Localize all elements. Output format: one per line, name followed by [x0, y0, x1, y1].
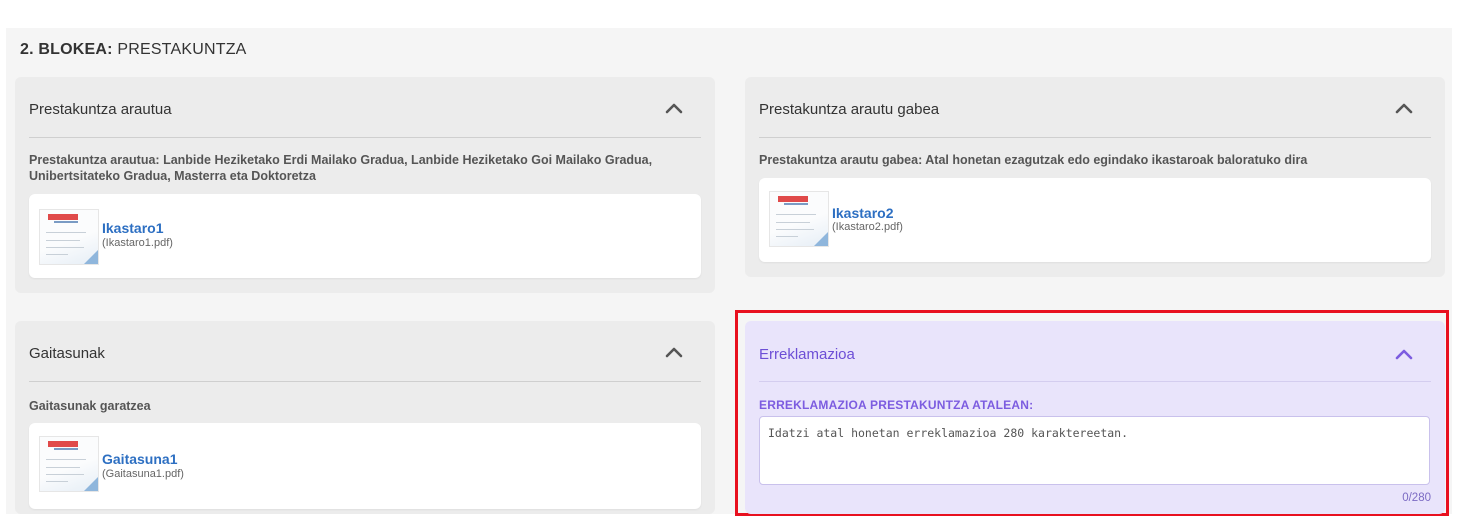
claim-label: ERREKLAMAZIOA PRESTAKUNTZA ATALEAN:	[759, 398, 1034, 412]
pdf-thumbnail[interactable]	[39, 209, 99, 265]
card-title: Prestakuntza arautu gabea	[759, 101, 940, 118]
pdf-thumbnail[interactable]	[39, 436, 99, 492]
card-title: Gaitasunak	[29, 345, 105, 362]
card-unregulated-training: Prestakuntza arautu gabea Prestakuntza a…	[745, 77, 1445, 277]
block-title-text: PRESTAKUNTZA	[112, 41, 247, 58]
chevron-up-icon[interactable]	[1395, 348, 1413, 360]
card-header[interactable]: Erreklamazioa	[759, 321, 1431, 382]
card-skills: Gaitasunak Gaitasunak garatzea Gaitasuna…	[15, 321, 715, 514]
pdf-thumbnail[interactable]	[769, 191, 829, 247]
file-filename: (Ikastaro1.pdf)	[102, 237, 173, 249]
chevron-up-icon[interactable]	[665, 346, 683, 358]
card-title: Prestakuntza arautua	[29, 101, 172, 118]
file-link[interactable]: Ikastaro1	[102, 220, 163, 236]
chevron-up-icon[interactable]	[1395, 102, 1413, 114]
file-filename: (Ikastaro2.pdf)	[832, 221, 903, 233]
file-card[interactable]: Ikastaro2 (Ikastaro2.pdf)	[759, 178, 1431, 262]
file-filename: (Gaitasuna1.pdf)	[102, 468, 184, 480]
file-card[interactable]: Ikastaro1 (Ikastaro1.pdf)	[29, 194, 701, 278]
claim-textarea[interactable]: Idatzi atal honetan erreklamazioa 280 ka…	[759, 416, 1430, 485]
character-counter: 0/280	[1402, 492, 1431, 504]
block-title-number: 2. BLOKEA:	[20, 41, 113, 58]
card-description: Prestakuntza arautua: Lanbide Heziketako…	[29, 153, 653, 183]
card-header[interactable]: Prestakuntza arautu gabea	[759, 77, 1431, 138]
card-header[interactable]: Prestakuntza arautua	[29, 77, 701, 138]
block-title: 2. BLOKEA: PRESTAKUNTZA	[20, 41, 247, 59]
file-link[interactable]: Ikastaro2	[832, 205, 893, 221]
card-title: Erreklamazioa	[759, 346, 855, 363]
file-link[interactable]: Gaitasuna1	[102, 451, 177, 467]
card-regulated-training: Prestakuntza arautua Prestakuntza arautu…	[15, 77, 715, 293]
card-header[interactable]: Gaitasunak	[29, 321, 701, 382]
chevron-up-icon[interactable]	[665, 102, 683, 114]
card-description: Prestakuntza arautu gabea: Atal honetan …	[759, 153, 1308, 167]
card-description: Gaitasunak garatzea	[29, 399, 151, 413]
card-claim: Erreklamazioa ERREKLAMAZIOA PRESTAKUNTZA…	[745, 321, 1445, 514]
file-card[interactable]: Gaitasuna1 (Gaitasuna1.pdf)	[29, 423, 701, 509]
